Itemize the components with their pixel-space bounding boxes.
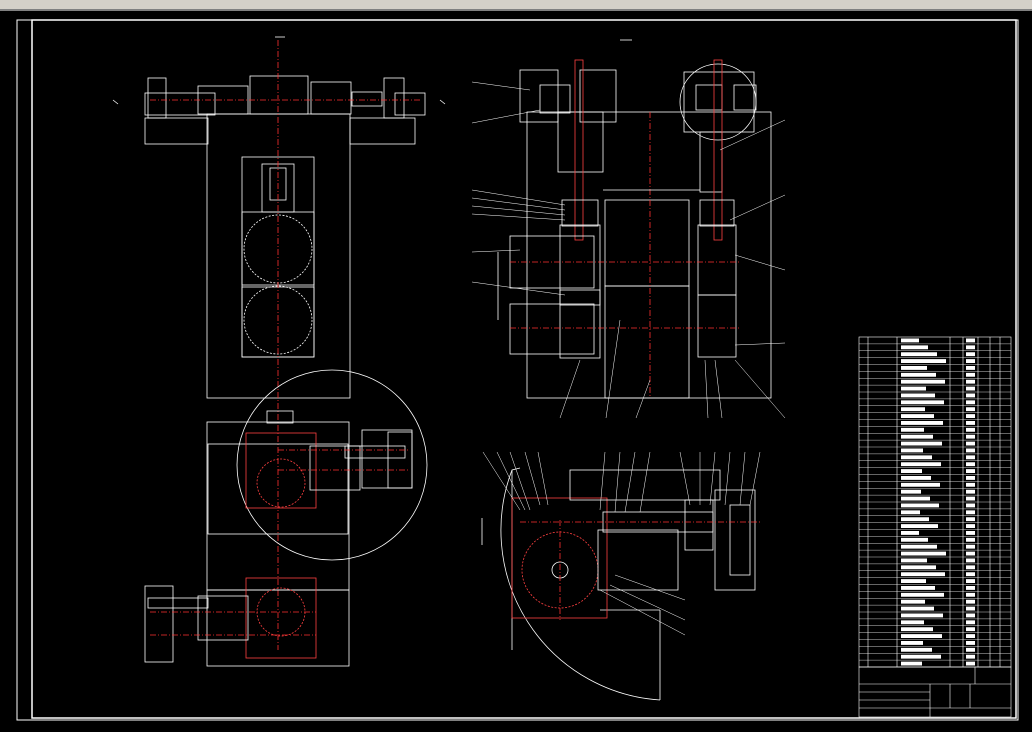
parts-list-name-glyph — [901, 366, 927, 370]
parts-list-material-glyph — [966, 393, 975, 398]
parts-list-name-glyph — [901, 469, 922, 473]
parts-list-name-glyph — [901, 462, 941, 467]
parts-list-material-glyph — [966, 462, 975, 467]
parts-list-material-glyph — [966, 613, 975, 618]
parts-list-name-glyph — [901, 427, 924, 432]
parts-list-name-glyph — [901, 634, 942, 638]
parts-list-name-glyph — [901, 641, 923, 645]
parts-list-name-glyph — [901, 654, 941, 659]
parts-list-name-glyph — [901, 407, 925, 412]
parts-list-name-glyph — [901, 482, 940, 487]
parts-list-material-glyph — [966, 407, 975, 412]
parts-list-material-glyph — [966, 551, 975, 556]
parts-list-material-glyph — [966, 647, 975, 652]
parts-list-material-glyph — [966, 558, 975, 563]
parts-list-material-glyph — [966, 427, 975, 432]
parts-list-name-glyph — [901, 606, 934, 611]
parts-list-material-glyph — [966, 620, 975, 625]
parts-list-name-glyph — [901, 338, 919, 343]
parts-list-name-glyph — [901, 379, 945, 384]
parts-list-name-glyph — [901, 400, 944, 405]
parts-list-name-glyph — [901, 386, 926, 391]
parts-list-material-glyph — [966, 448, 975, 453]
parts-list-material-glyph — [966, 400, 975, 405]
parts-list-material-glyph — [966, 434, 975, 439]
parts-list-material-glyph — [966, 634, 975, 638]
parts-list-material-glyph — [966, 338, 975, 343]
parts-list-name-glyph — [901, 421, 943, 425]
parts-list-material-glyph — [966, 579, 975, 583]
parts-list-material-glyph — [966, 641, 975, 645]
parts-list-name-glyph — [901, 558, 927, 563]
parts-list-material-glyph — [966, 469, 975, 473]
parts-list-material-glyph — [966, 482, 975, 487]
parts-list-name-glyph — [901, 503, 939, 508]
parts-list-name-glyph — [901, 448, 923, 453]
parts-list-material-glyph — [966, 372, 975, 377]
parts-list-name-glyph — [901, 599, 925, 604]
parts-list-name-glyph — [901, 565, 936, 570]
parts-list-material-glyph — [966, 496, 975, 501]
parts-list-material-glyph — [966, 414, 975, 418]
parts-list-material-glyph — [966, 627, 975, 632]
parts-list-name-glyph — [901, 441, 942, 446]
parts-list-material-glyph — [966, 441, 975, 446]
parts-list-name-glyph — [901, 613, 943, 618]
parts-list-material-glyph — [966, 654, 975, 659]
parts-list-material-glyph — [966, 359, 975, 363]
parts-list-name-glyph — [901, 414, 934, 418]
parts-list-name-glyph — [901, 434, 933, 439]
parts-list-material-glyph — [966, 503, 975, 508]
parts-list-name-glyph — [901, 537, 928, 542]
parts-list-material-glyph — [966, 421, 975, 425]
parts-list-material-glyph — [966, 606, 975, 611]
parts-list-name-glyph — [901, 352, 937, 357]
parts-list-material-glyph — [966, 345, 975, 350]
parts-list-material-glyph — [966, 386, 975, 391]
parts-list-name-glyph — [901, 592, 944, 597]
parts-list-material-glyph — [966, 455, 975, 460]
parts-list-name-glyph — [901, 586, 935, 590]
parts-list-material-glyph — [966, 544, 975, 549]
parts-list-material-glyph — [966, 379, 975, 384]
drawing-canvas[interactable] — [0, 11, 1032, 732]
parts-list-name-glyph — [901, 496, 930, 501]
parts-list-name-glyph — [901, 372, 936, 377]
parts-list-name-glyph — [901, 489, 921, 494]
parts-list-name-glyph — [901, 551, 946, 556]
parts-list-name-glyph — [901, 455, 932, 460]
parts-list-name-glyph — [901, 531, 919, 535]
parts-list-material-glyph — [966, 592, 975, 597]
parts-list-material-glyph — [966, 476, 975, 480]
parts-list-material-glyph — [966, 537, 975, 542]
parts-list-name-glyph — [901, 544, 937, 549]
parts-list-material-glyph — [966, 489, 975, 494]
parts-list-name-glyph — [901, 572, 945, 577]
parts-list-name-glyph — [901, 579, 926, 583]
parts-list-material-glyph — [966, 366, 975, 370]
parts-list-name-glyph — [901, 345, 928, 350]
parts-list-name-glyph — [901, 661, 922, 666]
parts-list-material-glyph — [966, 661, 975, 666]
parts-list-material-glyph — [966, 565, 975, 570]
parts-list-name-glyph — [901, 647, 932, 652]
parts-list-name-glyph — [901, 393, 935, 398]
parts-list-material-glyph — [966, 586, 975, 590]
parts-list-material-glyph — [966, 352, 975, 357]
parts-list-name-glyph — [901, 510, 920, 515]
parts-list-name-glyph — [901, 627, 933, 632]
parts-list-material-glyph — [966, 524, 975, 528]
parts-list-material-glyph — [966, 517, 975, 522]
parts-list-material-glyph — [966, 572, 975, 577]
parts-list-name-glyph — [901, 476, 931, 480]
parts-list-name-glyph — [901, 359, 946, 363]
parts-list-material-glyph — [966, 531, 975, 535]
parts-list-name-glyph — [901, 620, 924, 625]
parts-list-material-glyph — [966, 510, 975, 515]
parts-list-material-glyph — [966, 599, 975, 604]
parts-list-name-glyph — [901, 524, 938, 528]
cad-toolbar-strip — [0, 0, 1032, 9]
parts-list-name-glyph — [901, 517, 929, 522]
